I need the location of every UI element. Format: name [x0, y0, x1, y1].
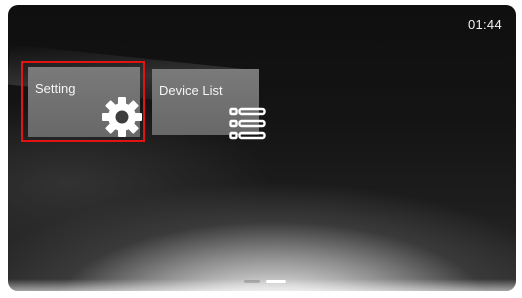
page-indicator-dot-1[interactable] [244, 280, 260, 283]
page-indicator [244, 280, 286, 283]
list-icon [229, 107, 266, 140]
device-list-tile-label: Device List [159, 83, 223, 98]
photo-frame: 01:44 Setting Device List [0, 0, 522, 298]
device-screen: 01:44 Setting Device List [8, 5, 516, 291]
status-clock: 01:44 [467, 17, 502, 32]
setting-tile-label: Setting [35, 81, 76, 96]
page-indicator-dot-2[interactable] [266, 280, 286, 283]
gear-icon [102, 97, 142, 137]
